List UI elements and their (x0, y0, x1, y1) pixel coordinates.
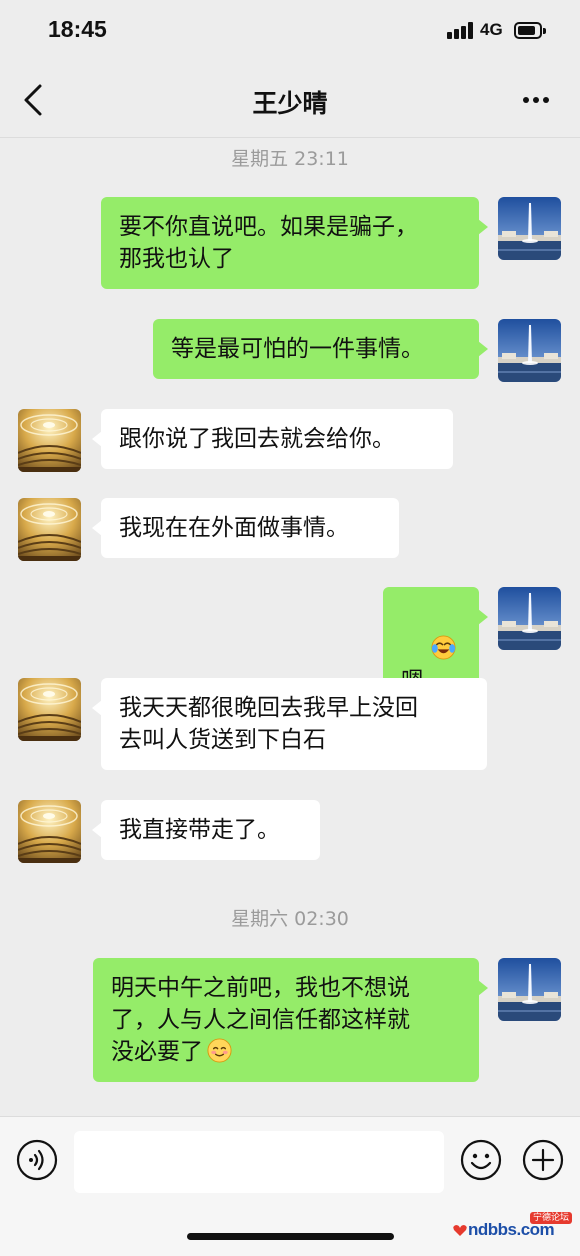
status-bar: 18:45 4G (0, 0, 580, 62)
home-indicator[interactable] (187, 1233, 394, 1240)
my-avatar[interactable] (498, 587, 561, 650)
voice-input-button[interactable] (16, 1139, 58, 1181)
contact-avatar[interactable] (18, 800, 81, 863)
sent-message[interactable]: 要不你直说吧。如果是骗子， 那我也认了 (101, 197, 488, 289)
chat-header: 王少晴 (0, 62, 580, 138)
sent-message[interactable]: 明天中午之前吧，我也不想说 了，人与人之间信任都这样就 没必要了 (93, 958, 488, 1082)
received-message[interactable]: 我天天都很晚回去我早上没回 去叫人货送到下白石 (92, 678, 487, 770)
fountain-avatar-icon (498, 319, 561, 382)
blushing-smile-emoji-icon (207, 1038, 232, 1063)
more-options-button[interactable] (518, 92, 554, 108)
heart-logo-icon (453, 1225, 467, 1236)
battery-icon (514, 22, 546, 39)
contact-avatar[interactable] (18, 678, 81, 741)
received-message[interactable]: 我现在在外面做事情。 (92, 498, 399, 558)
my-avatar[interactable] (498, 197, 561, 260)
contact-avatar[interactable] (18, 498, 81, 561)
message-input[interactable] (74, 1131, 444, 1193)
fountain-avatar-icon (498, 587, 561, 650)
crying-laughing-emoji-icon (431, 635, 456, 660)
received-message[interactable]: 我直接带走了。 (92, 800, 320, 860)
emoji-button[interactable] (460, 1139, 502, 1181)
signal-icon (447, 22, 474, 39)
fountain-avatar-icon (498, 197, 561, 260)
watermark-tag: 宁德论坛 (530, 1212, 572, 1224)
received-message[interactable]: 跟你说了我回去就会给你。 (92, 409, 453, 469)
timestamp: 星期五 23:11 (231, 148, 349, 170)
voice-icon (16, 1139, 58, 1181)
network-label: 4G (480, 20, 503, 39)
contact-avatar[interactable] (18, 409, 81, 472)
timestamp: 星期六 02:30 (231, 908, 349, 930)
auditorium-avatar-icon (18, 800, 81, 863)
auditorium-avatar-icon (18, 678, 81, 741)
my-avatar[interactable] (498, 319, 561, 382)
sent-message[interactable]: 等是最可怕的一件事情。 (153, 319, 488, 379)
site-watermark: ndbbs.com 宁德论坛 (452, 1212, 572, 1250)
fountain-avatar-icon (498, 958, 561, 1021)
contact-name: 王少晴 (252, 89, 328, 118)
auditorium-avatar-icon (18, 498, 81, 561)
status-time: 18:45 (48, 16, 107, 42)
plus-icon (522, 1139, 564, 1181)
my-avatar[interactable] (498, 958, 561, 1021)
smiley-icon (460, 1139, 502, 1181)
auditorium-avatar-icon (18, 409, 81, 472)
more-functions-button[interactable] (522, 1139, 564, 1181)
message-text: 明天中午之前吧，我也不想说 了，人与人之间信任都这样就 没必要了 (111, 975, 410, 1065)
